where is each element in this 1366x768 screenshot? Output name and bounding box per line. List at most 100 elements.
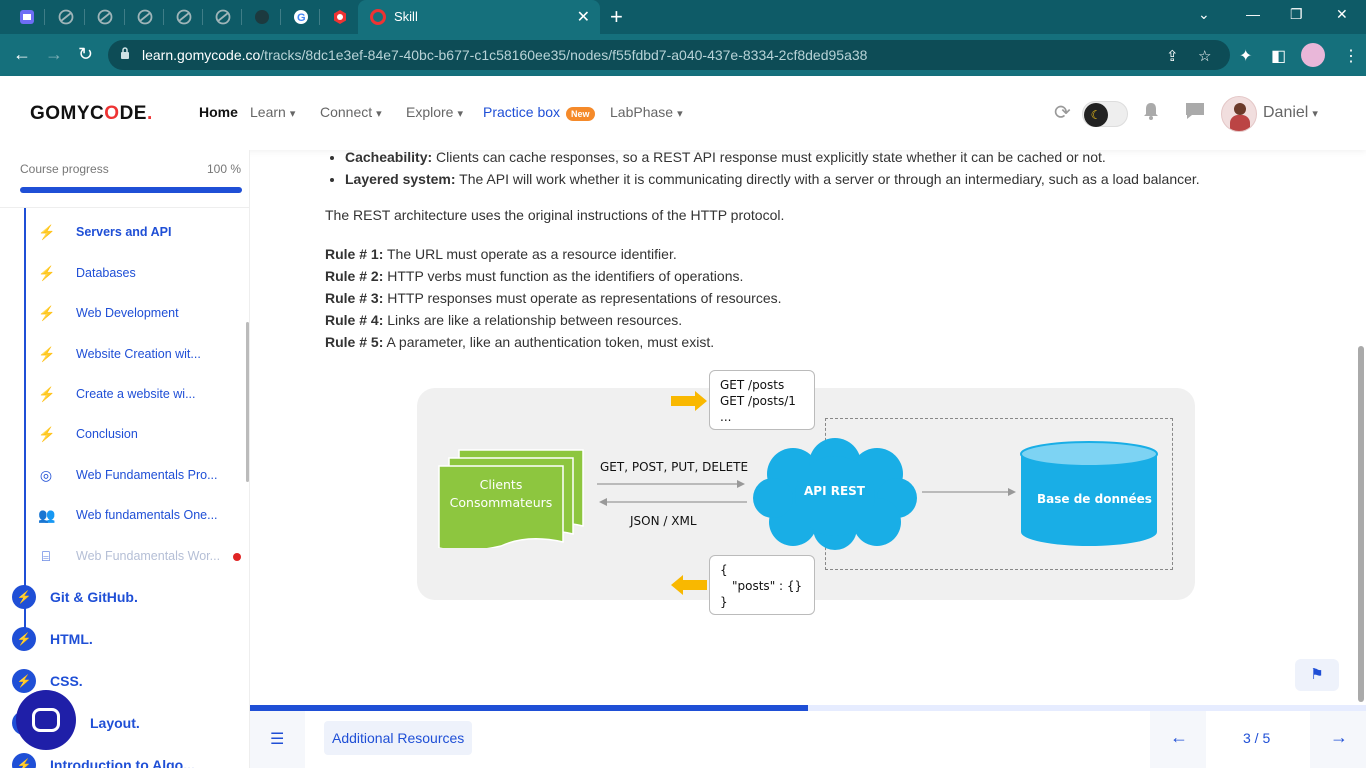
user-menu[interactable]: Daniel ▾: [1263, 104, 1318, 122]
arrow-left-icon: ←: [1170, 727, 1188, 747]
table-of-contents-button[interactable]: ☰: [250, 711, 305, 768]
tab-favicon-google-icon[interactable]: G: [291, 7, 311, 27]
messages-icon[interactable]: [1184, 101, 1206, 121]
minimize-window-button[interactable]: —: [1246, 6, 1260, 22]
previous-page-button[interactable]: ←: [1150, 711, 1206, 768]
tab-favicon-globe-icon[interactable]: [56, 7, 76, 27]
extensions-puzzle-icon[interactable]: ✦: [1239, 46, 1252, 66]
tab-favicon-gomycode-icon[interactable]: [330, 7, 350, 27]
moon-icon: ☾: [1084, 103, 1108, 127]
tab-favicon-globe-icon[interactable]: [135, 7, 155, 27]
close-window-button[interactable]: ✕: [1336, 6, 1348, 23]
gomycode-logo[interactable]: GOMYCODE.: [30, 103, 153, 125]
sidebar-item-web-fundamentals-one[interactable]: 👥 Web fundamentals One...: [38, 504, 218, 526]
sidebar-item-web-fundamentals-project[interactable]: ◎ Web Fundamentals Pro...: [38, 464, 218, 486]
bolt-icon: ⚡: [38, 304, 56, 321]
course-progress-fill: [20, 187, 242, 193]
lock-icon: [121, 47, 129, 59]
sidebar-item-web-fundamentals-workshop[interactable]: ⌸ Web Fundamentals Wor...: [38, 545, 220, 567]
restore-window-button[interactable]: ❐: [1290, 6, 1303, 23]
user-avatar[interactable]: [1221, 96, 1257, 132]
tab-favicon-app-icon[interactable]: [17, 7, 37, 27]
bolt-icon: ⚡: [38, 425, 56, 442]
sidebar-item-servers-and-api[interactable]: ⚡ Servers and API: [38, 221, 171, 243]
notification-bell-icon[interactable]: [1142, 101, 1160, 121]
rule-item: Rule # 1: The URL must operate as a reso…: [325, 246, 677, 262]
support-chat-button[interactable]: [16, 690, 76, 750]
bolt-icon: ⚡: [38, 385, 56, 402]
lesson-footer: ☰ Additional Resources ← 3 / 5 →: [250, 711, 1366, 768]
flag-icon: ⚑: [1310, 666, 1324, 683]
rule-item: Rule # 2: HTTP verbs must function as th…: [325, 268, 744, 284]
new-tab-button[interactable]: +: [610, 4, 623, 30]
browser-profile-avatar[interactable]: [1301, 43, 1325, 67]
bolt-icon: ⚡: [38, 345, 56, 362]
bolt-icon: ⚡: [12, 627, 36, 651]
sidebar-scrollbar[interactable]: [246, 322, 249, 482]
sidebar-item-conclusion[interactable]: ⚡ Conclusion: [38, 423, 138, 445]
response-box: { "posts" : {} }: [709, 555, 815, 615]
bolt-icon: ⚡: [38, 223, 56, 240]
back-arrow-icon[interactable]: ←: [13, 44, 31, 65]
sidebar-section-html[interactable]: ⚡ HTML.: [12, 626, 93, 652]
response-arrow-icon: [671, 575, 707, 595]
rules-list: Rule # 1: The URL must operate as a reso…: [325, 243, 782, 353]
tab-favicon-globe-icon[interactable]: [174, 7, 194, 27]
database-label: Base de données: [1037, 492, 1152, 506]
side-panel-icon[interactable]: ◧: [1271, 46, 1286, 66]
close-tab-icon[interactable]: ✕: [577, 7, 590, 27]
site-header: GOMYCODE. Home Learn ▾ Connect ▾ Explore ▾ …: [0, 76, 1366, 150]
sync-icon[interactable]: ⟳: [1054, 100, 1071, 125]
additional-resources-button[interactable]: Additional Resources: [324, 721, 473, 755]
sidebar-item-website-creation[interactable]: ⚡ Website Creation wit...: [38, 343, 201, 365]
bookmark-star-icon[interactable]: ☆: [1198, 47, 1211, 65]
tab-search-chevron-icon[interactable]: ⌄: [1198, 6, 1210, 23]
chevron-down-icon: ▾: [376, 108, 382, 120]
tab-favicon-globe-icon[interactable]: [213, 7, 233, 27]
nav-labphase[interactable]: LabPhase ▾: [610, 104, 683, 120]
sidebar-item-web-development[interactable]: ⚡ Web Development: [38, 302, 179, 324]
course-progress-value: 100 %: [206, 162, 241, 176]
workshop-icon: ⌸: [41, 547, 51, 564]
target-icon: ◎: [39, 466, 53, 483]
next-page-button[interactable]: →: [1310, 711, 1366, 768]
tab-title: Skill: [394, 9, 418, 24]
arrow-right-icon: →: [1330, 727, 1348, 747]
track-line: [24, 208, 26, 628]
api-to-db-arrow: [922, 488, 1016, 496]
request-flow-arrows: [597, 480, 747, 506]
bolt-icon: ⚡: [12, 753, 36, 768]
tab-favicon-dark-icon[interactable]: [252, 7, 272, 27]
course-progress-label: Course progress: [20, 162, 109, 176]
rest-paragraph: The REST architecture uses the original …: [325, 207, 785, 223]
chevron-down-icon: ▾: [289, 108, 296, 120]
report-flag-button[interactable]: ⚑: [1295, 659, 1339, 691]
list-item: Cacheability: Clients can cache response…: [345, 150, 1200, 165]
formats-label: JSON / XML: [630, 514, 697, 528]
sidebar-item-create-a-website[interactable]: ⚡ Create a website wi...: [38, 383, 196, 405]
nav-home[interactable]: Home: [199, 104, 238, 120]
forward-arrow-icon[interactable]: →: [45, 44, 63, 65]
clients-label: Clients Consommateurs: [449, 477, 553, 510]
sidebar-section-git-github[interactable]: ⚡ Git & GitHub.: [12, 584, 138, 610]
browser-menu-icon[interactable]: ⋮: [1343, 46, 1359, 66]
nav-connect[interactable]: Connect ▾: [320, 104, 382, 120]
address-bar[interactable]: learn.gomycode.co/tracks/8dc1e3ef-84e7-4…: [108, 40, 1230, 70]
chevron-down-icon: ▾: [1312, 108, 1318, 120]
nav-learn[interactable]: Learn ▾: [250, 104, 295, 120]
tab-favicon-globe-icon[interactable]: [95, 7, 115, 27]
browser-toolbar: ← → ↻ learn.gomycode.co/tracks/8dc1e3ef-…: [0, 34, 1366, 76]
bolt-icon: ⚡: [38, 264, 56, 281]
dark-mode-toggle[interactable]: ☾: [1082, 101, 1128, 127]
share-icon[interactable]: ⇪: [1166, 47, 1179, 65]
active-tab[interactable]: Skill ✕: [358, 0, 600, 34]
svg-text:G: G: [297, 12, 306, 24]
rule-item: Rule # 3: HTTP responses must operate as…: [325, 290, 782, 306]
nav-explore[interactable]: Explore ▾: [406, 104, 463, 120]
sidebar-item-databases[interactable]: ⚡ Databases: [38, 262, 136, 284]
nav-practice-box[interactable]: Practice box: [483, 104, 560, 120]
sidebar-section-introduction-to-algo[interactable]: ⚡ Introduction to Algo...: [12, 752, 195, 768]
page-scrollbar[interactable]: [1358, 346, 1364, 702]
reload-icon[interactable]: ↻: [78, 44, 93, 65]
course-sidebar: Course progress 100 % ⚡ Servers and API …: [0, 150, 250, 768]
